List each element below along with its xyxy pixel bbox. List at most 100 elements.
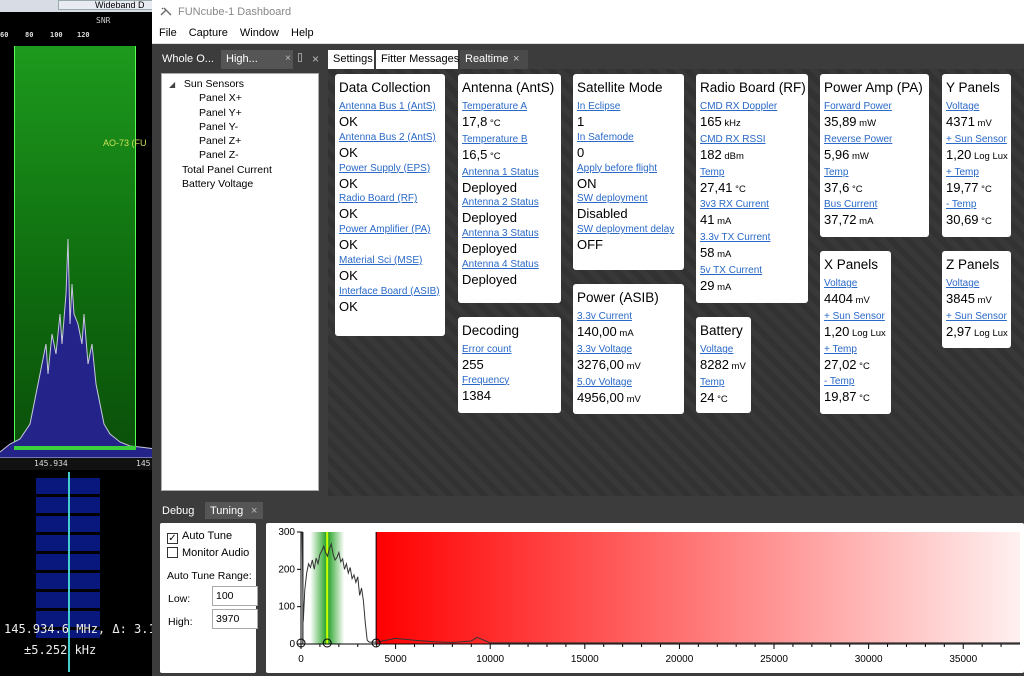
field-link[interactable]: 3.3v Voltage	[577, 343, 680, 356]
card-power-amp: Power Amp (PA) Forward Power 35,89 mW Rever…	[820, 74, 929, 237]
menu-window[interactable]: Window	[234, 24, 285, 42]
card-x-panels: X Panels Voltage 4404 mV + Sun Sensor 1,20 L…	[820, 251, 891, 414]
field-link[interactable]: Bus Current	[824, 198, 925, 211]
field-link[interactable]: Antenna 2 Status	[462, 196, 557, 209]
field-link[interactable]: Voltage	[824, 277, 887, 290]
tab-high-resolution[interactable]: High... ×	[221, 50, 293, 69]
checkbox-box[interactable]	[167, 547, 178, 558]
field-value: OK	[339, 267, 441, 285]
field-link[interactable]: CMD RX RSSI	[700, 133, 804, 146]
field-link[interactable]: Temp	[700, 376, 747, 389]
field-link[interactable]: Antenna 3 Status	[462, 227, 557, 240]
tree-item-sun-sensors[interactable]: ◢ Sun Sensors	[162, 77, 318, 91]
field-link[interactable]: Temp	[700, 166, 804, 179]
field-link[interactable]: + Temp	[824, 343, 887, 356]
tree-item-battery-voltage[interactable]: Battery Voltage	[162, 177, 318, 191]
field-link[interactable]: Error count	[462, 343, 557, 356]
field-link[interactable]: Antenna 4 Status	[462, 258, 557, 271]
field-link[interactable]: Power Amplifier (PA)	[339, 223, 441, 236]
field-value: OK	[339, 205, 441, 223]
field-link[interactable]: + Temp	[946, 166, 1007, 179]
tab-whole-orbit[interactable]: Whole O...	[157, 50, 217, 69]
tab-settings[interactable]: Settings	[328, 50, 374, 69]
wideband-button[interactable]: Wideband D	[58, 0, 156, 10]
high-input[interactable]	[212, 609, 258, 629]
field-link[interactable]: 5v TX Current	[700, 264, 804, 277]
tree-item-panel[interactable]: Panel X+	[162, 91, 318, 105]
field-link[interactable]: CMD RX Doppler	[700, 100, 804, 113]
expander-icon[interactable]: ◢	[169, 78, 177, 92]
field-link[interactable]: Voltage	[946, 100, 1007, 113]
field-link[interactable]: In Safemode	[577, 131, 680, 144]
pin-icon[interactable]	[298, 53, 302, 62]
tree-item-panel[interactable]: Panel Y+	[162, 106, 318, 120]
field-link[interactable]: 3.3v Current	[577, 310, 680, 323]
tree-item-total-panel-current[interactable]: Total Panel Current	[162, 163, 318, 177]
field-link[interactable]: SW deployment delay	[577, 223, 680, 236]
checkbox-box[interactable]: ✓	[167, 533, 178, 544]
menu-help[interactable]: Help	[285, 24, 320, 42]
field-link[interactable]: + Sun Sensor	[824, 310, 887, 323]
field-link[interactable]: In Eclipse	[577, 100, 680, 113]
x-tick-label: 10000	[476, 654, 504, 665]
field-link[interactable]: Apply before flight	[577, 162, 680, 175]
field-value: 4404 mV	[824, 290, 887, 310]
field-link[interactable]: Interface Board (ASIB)	[339, 285, 441, 298]
field-link[interactable]: + Sun Sensor	[946, 310, 1007, 323]
tuning-chart-svg[interactable]: 0 100 200 300 0 5000 10000 15000 20000 25000 30000…	[266, 523, 1024, 673]
monitor-audio-checkbox[interactable]: Monitor Audio	[167, 546, 249, 560]
low-input[interactable]	[212, 586, 258, 606]
tuning-chart[interactable]: 0 100 200 300 0 5000 10000 15000 20000 25000 30000…	[266, 523, 1024, 673]
field-link[interactable]: Temperature A	[462, 100, 557, 113]
value-text: OK	[339, 144, 358, 160]
value-text: 37,6	[824, 179, 850, 195]
field-link[interactable]: Antenna Bus 1 (AntS)	[339, 100, 441, 113]
value-unit: °C	[487, 118, 501, 129]
close-icon[interactable]: ×	[285, 50, 291, 68]
title-bar[interactable]: FUNcube-1 Dashboard	[152, 0, 1024, 24]
field-link[interactable]: Power Supply (EPS)	[339, 162, 441, 175]
field-link[interactable]: Voltage	[700, 343, 747, 356]
field-link[interactable]: Antenna 1 Status	[462, 166, 557, 179]
value-text: 1384	[462, 387, 491, 403]
field-link[interactable]: 3v3 RX Current	[700, 198, 804, 211]
field-link[interactable]: Temp	[824, 166, 925, 179]
field-link[interactable]: Forward Power	[824, 100, 925, 113]
sdr-spectrum[interactable]: AO-73 (FU	[0, 44, 156, 458]
tab-realtime-label: Realtime	[465, 53, 509, 65]
close-icon[interactable]: ×	[513, 50, 519, 68]
field-value: OK	[339, 236, 441, 254]
tab-fitter-messages[interactable]: Fitter Messages	[376, 50, 459, 69]
menu-file[interactable]: File	[152, 24, 183, 42]
field-link[interactable]: Antenna Bus 2 (AntS)	[339, 131, 441, 144]
auto-tune-checkbox[interactable]: ✓ Auto Tune	[167, 529, 232, 544]
field-link[interactable]: Voltage	[946, 277, 1007, 290]
field-link[interactable]: SW deployment	[577, 192, 680, 205]
close-icon[interactable]: ×	[312, 50, 319, 68]
tree-item-panel[interactable]: Panel Z-	[162, 148, 318, 162]
field-link[interactable]: 5.0v Voltage	[577, 376, 680, 389]
field-link[interactable]: - Temp	[824, 375, 887, 388]
card-title: Y Panels	[946, 80, 1000, 95]
tab-realtime[interactable]: Realtime ×	[460, 50, 528, 69]
scale-tick: 120	[77, 31, 90, 39]
field-link[interactable]: Reverse Power	[824, 133, 925, 146]
field-link[interactable]: + Sun Sensor	[946, 133, 1007, 146]
field-link[interactable]: Material Sci (MSE)	[339, 254, 441, 267]
close-icon[interactable]: ×	[251, 502, 257, 520]
value-text: 27,02	[824, 356, 857, 372]
menu-capture[interactable]: Capture	[183, 24, 234, 42]
tree-item-panel[interactable]: Panel Z+	[162, 134, 318, 148]
value-text: 30,69	[946, 212, 979, 228]
field-link[interactable]: Radio Board (RF)	[339, 192, 441, 205]
field-link[interactable]: 3.3v TX Current	[700, 231, 804, 244]
field-value: 5,96 mW	[824, 146, 925, 166]
field-value: OK	[339, 144, 441, 162]
field-link[interactable]: Frequency	[462, 374, 557, 387]
x-tick-label: 35000	[949, 654, 977, 665]
value-text: OK	[339, 114, 358, 129]
tree-item-panel[interactable]: Panel Y-	[162, 120, 318, 134]
field-link[interactable]: Temperature B	[462, 133, 557, 146]
value-unit: mV	[728, 361, 746, 372]
field-link[interactable]: - Temp	[946, 198, 1007, 211]
